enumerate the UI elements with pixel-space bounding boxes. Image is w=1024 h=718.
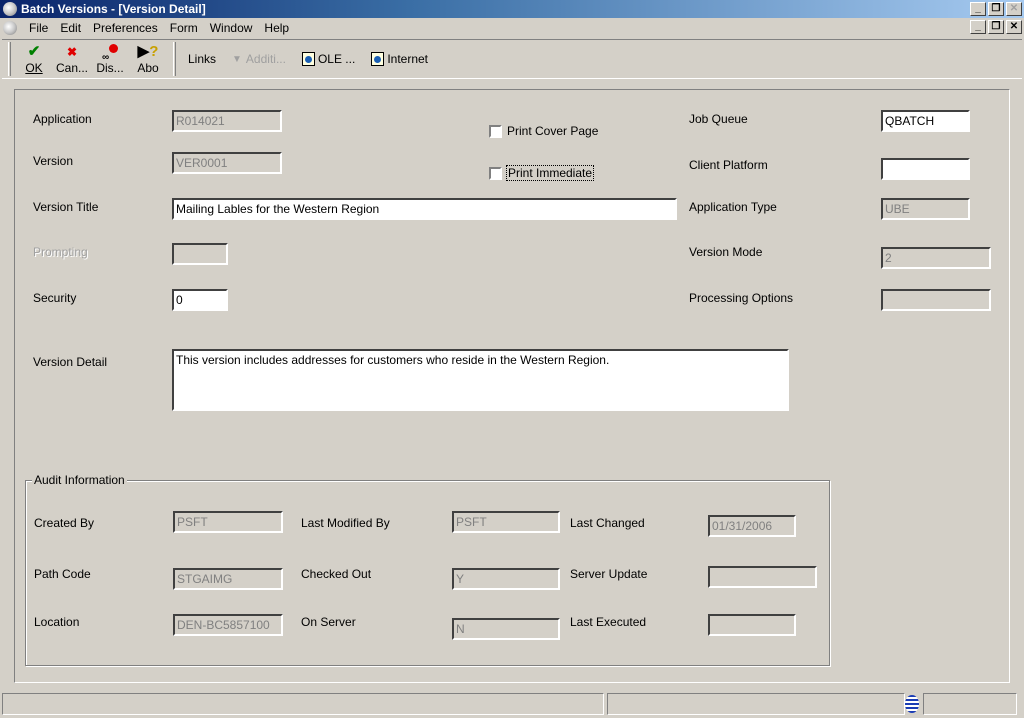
version-detail-form: Application R014021 Version VER0001 Vers… <box>14 89 1010 683</box>
on-server-field[interactable]: N <box>452 618 560 640</box>
status-panel-right <box>923 693 1017 715</box>
toolbar-grip[interactable] <box>8 42 11 76</box>
version-detail-label: Version Detail <box>33 355 108 369</box>
ole-button[interactable]: OLE ... <box>294 47 363 71</box>
security-input[interactable]: 0 <box>172 289 228 311</box>
status-bar <box>0 692 1024 716</box>
menu-form[interactable]: Form <box>164 21 204 35</box>
checked-out-label: Checked Out <box>301 567 372 581</box>
server-update-field[interactable] <box>708 566 817 588</box>
print-immediate-label: Print Immediate <box>505 165 595 181</box>
status-panel-main <box>2 693 604 715</box>
created-by-field[interactable]: PSFT <box>173 511 283 533</box>
application-type-label: Application Type <box>689 200 777 214</box>
internet-label: Internet <box>387 52 429 66</box>
restore-button[interactable]: ❐ <box>988 2 1004 16</box>
document-globe-icon[interactable] <box>3 21 17 35</box>
display-button[interactable]: ∞ Dis... <box>91 40 129 78</box>
application-field[interactable]: R014021 <box>172 110 282 132</box>
about-button[interactable]: ▶? Abo <box>129 40 167 78</box>
display-label: Dis... <box>96 61 124 75</box>
window-title: Batch Versions - [Version Detail] <box>21 2 206 16</box>
version-mode-field[interactable]: 2 <box>881 247 991 269</box>
on-server-label: On Server <box>301 615 356 629</box>
ole-document-icon <box>301 52 315 66</box>
print-immediate-checkbox[interactable]: Print Immediate <box>489 165 595 181</box>
last-executed-field[interactable] <box>708 614 796 636</box>
version-field[interactable]: VER0001 <box>172 152 282 174</box>
additional-menu[interactable]: ▼ Additi... <box>224 47 294 71</box>
network-globe-icon <box>905 695 919 713</box>
processing-options-label: Processing Options <box>689 291 794 305</box>
toolbar: ✔ OK ✖ Can... ∞ Dis... ▶? Abo Links ▼ Ad… <box>2 39 1022 79</box>
last-changed-field[interactable]: 01/31/2006 <box>708 515 796 537</box>
client-platform-input[interactable] <box>881 158 970 180</box>
version-detail-textarea[interactable]: This version includes addresses for cust… <box>172 349 789 411</box>
print-immediate-box[interactable] <box>489 166 502 180</box>
version-title-label: Version Title <box>33 200 99 214</box>
application-label: Application <box>33 112 92 126</box>
location-field[interactable]: DEN-BC5857100 <box>173 614 283 636</box>
last-executed-label: Last Executed <box>570 615 647 629</box>
doc-close-button[interactable]: ✕ <box>1006 20 1022 34</box>
close-button[interactable]: ✕ <box>1006 2 1022 16</box>
links-menu[interactable]: Links <box>180 47 224 71</box>
last-modified-by-field[interactable]: PSFT <box>452 511 560 533</box>
last-modified-by-label: Last Modified By <box>301 516 390 530</box>
menu-help[interactable]: Help <box>258 21 295 35</box>
toolbar-separator <box>173 42 176 76</box>
internet-document-icon <box>371 52 385 66</box>
ok-button[interactable]: ✔ OK <box>15 40 53 78</box>
version-mode-label: Version Mode <box>689 245 763 259</box>
path-code-label: Path Code <box>34 567 91 581</box>
additional-label: Additi... <box>245 52 286 66</box>
title-bar: Batch Versions - [Version Detail] _ ❐ ✕ <box>0 0 1024 18</box>
menu-bar: File Edit Preferences Form Window Help _… <box>0 18 1024 38</box>
audit-information-title: Audit Information <box>32 473 127 487</box>
print-cover-page-checkbox[interactable]: Print Cover Page <box>489 124 598 138</box>
checked-out-field[interactable]: Y <box>452 568 560 590</box>
ole-label: OLE ... <box>317 52 356 66</box>
last-changed-label: Last Changed <box>570 516 645 530</box>
check-icon: ✔ <box>27 43 41 60</box>
version-title-input[interactable]: Mailing Lables for the Western Region <box>172 198 677 220</box>
cancel-label: Can... <box>55 61 88 75</box>
app-globe-icon <box>3 2 17 16</box>
ok-label: OK <box>25 61 43 75</box>
cancel-button[interactable]: ✖ Can... <box>53 40 91 78</box>
created-by-label: Created By <box>34 516 95 530</box>
internet-button[interactable]: Internet <box>363 47 436 71</box>
security-label: Security <box>33 291 77 305</box>
menu-window[interactable]: Window <box>204 21 259 35</box>
server-update-label: Server Update <box>570 567 648 581</box>
audit-information-group: Audit Information Created By PSFT Last M… <box>25 473 830 666</box>
about-label: Abo <box>137 61 159 75</box>
window-controls: _ ❐ ✕ <box>970 2 1022 16</box>
prompting-field[interactable] <box>172 243 228 265</box>
status-panel-secondary <box>607 693 905 715</box>
application-type-field[interactable]: UBE <box>881 198 970 220</box>
menu-file[interactable]: File <box>23 21 54 35</box>
job-queue-label: Job Queue <box>689 112 748 126</box>
menu-preferences[interactable]: Preferences <box>87 21 164 35</box>
dropdown-arrow-icon: ▼ <box>232 53 242 65</box>
x-icon: ✖ <box>66 45 78 59</box>
path-code-field[interactable]: STGAIMG <box>173 568 283 590</box>
doc-minimize-button[interactable]: _ <box>970 20 986 34</box>
job-queue-input[interactable]: QBATCH <box>881 110 970 132</box>
prompting-label: Prompting <box>33 245 88 259</box>
print-cover-page-label: Print Cover Page <box>507 124 599 138</box>
print-cover-page-box[interactable] <box>489 124 502 138</box>
location-label: Location <box>34 615 80 629</box>
help-cursor-icon: ▶? <box>137 43 159 60</box>
doc-restore-button[interactable]: ❐ <box>988 20 1004 34</box>
client-platform-label: Client Platform <box>689 158 768 172</box>
menu-edit[interactable]: Edit <box>54 21 87 35</box>
minimize-button[interactable]: _ <box>970 2 986 16</box>
processing-options-field[interactable] <box>881 289 991 311</box>
glasses-icon: ∞ <box>100 43 120 63</box>
document-window-controls: _ ❐ ✕ <box>970 20 1022 34</box>
version-label: Version <box>33 154 74 168</box>
